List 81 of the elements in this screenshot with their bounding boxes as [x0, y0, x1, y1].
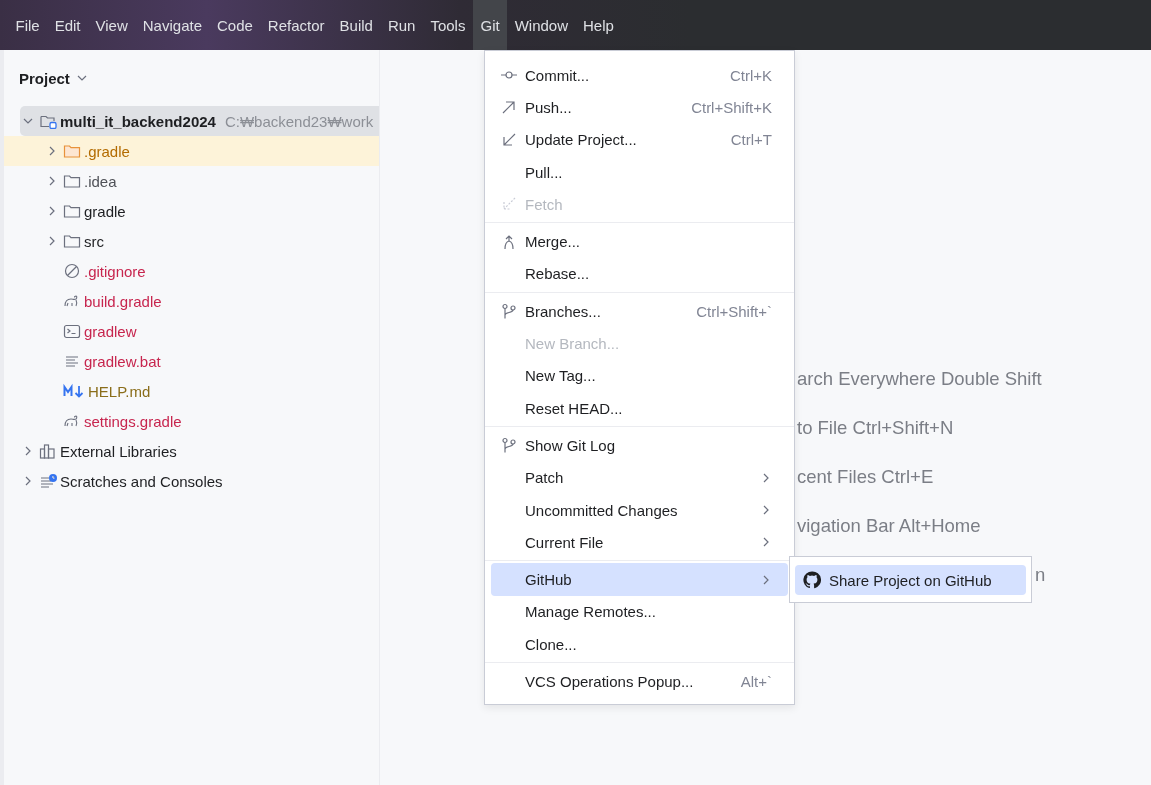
tree-row[interactable]: settings.gradle — [4, 406, 379, 436]
hint-text: n — [1035, 564, 1047, 586]
tree-row[interactable]: HELP.md — [4, 376, 379, 406]
menu-item[interactable]: New Tag... — [491, 359, 788, 392]
menu-item[interactable]: Current File — [491, 526, 788, 559]
file-name: .gitignore — [84, 262, 146, 280]
file-name: build.gradle — [84, 292, 162, 310]
folder-icon — [63, 143, 81, 159]
tree-row[interactable]: build.gradle — [4, 286, 379, 316]
file-name: External Libraries — [60, 442, 177, 460]
tree-row[interactable]: gradle — [4, 196, 379, 226]
menu-bar-item[interactable]: Edit — [47, 0, 89, 50]
text-lines-icon — [63, 353, 81, 369]
markdown-icon — [63, 383, 85, 399]
menu-item[interactable]: Show Git Log — [491, 429, 788, 462]
file-name: gradlew.bat — [84, 352, 161, 370]
menu-bar-item[interactable]: View — [88, 0, 136, 50]
menu-item[interactable]: Commit... Ctrl+K — [491, 59, 788, 92]
menu-bar-item[interactable]: Refactor — [260, 0, 333, 50]
prohibited-icon — [63, 263, 81, 279]
file-name: HELP.md — [88, 382, 151, 400]
branch-icon — [501, 303, 517, 320]
arrow-down-left-icon — [501, 196, 517, 213]
hint-text: cent Files Ctrl+E — [797, 466, 935, 488]
file-name: gradle — [84, 202, 126, 220]
terminal-icon — [63, 323, 81, 339]
github-cat-icon — [803, 571, 821, 589]
arrow-up-right-icon — [501, 99, 517, 116]
menu-item[interactable]: Update Project... Ctrl+T — [491, 123, 788, 156]
menu-item[interactable]: Push... Ctrl+Shift+K — [491, 91, 788, 124]
file-name: multi_it_backend2024 — [60, 112, 216, 130]
tree-row[interactable]: gradlew — [4, 316, 379, 346]
arrow-down-left-icon — [501, 131, 517, 148]
tree-row[interactable]: External Libraries — [4, 436, 379, 466]
tree-row[interactable]: Scratches and Consoles — [4, 466, 379, 496]
tree-row[interactable]: gradlew.bat — [4, 346, 379, 376]
library-icon — [39, 443, 57, 459]
scratch-list-icon — [39, 473, 57, 489]
menu-item[interactable]: Rebase... — [491, 257, 788, 291]
menu-item[interactable]: VCS Operations Popup... Alt+` — [491, 665, 788, 698]
menu-item[interactable]: Merge... — [491, 225, 788, 258]
menu-bar-item[interactable]: Run — [380, 0, 423, 50]
tree-row[interactable]: .idea — [4, 166, 379, 196]
menu-item[interactable]: Branches... Ctrl+Shift+` — [491, 295, 788, 328]
menu-bar-item[interactable]: Tools — [422, 0, 473, 50]
file-name: settings.gradle — [84, 412, 182, 430]
menu-item[interactable]: GitHub — [491, 563, 788, 596]
file-name: src — [84, 232, 104, 250]
branch-icon — [501, 437, 517, 454]
menu-item[interactable]: Reset HEAD... — [491, 391, 788, 425]
merge-icon — [501, 233, 517, 250]
menu-bar-item[interactable]: Navigate — [135, 0, 210, 50]
file-name: Scratches and Consoles — [60, 472, 223, 490]
menu-bar-item[interactable]: Build — [332, 0, 381, 50]
tree-row[interactable]: src — [4, 226, 379, 256]
menu-bar-item[interactable]: Code — [209, 0, 261, 50]
tree-row-selected[interactable]: multi_it_backend2024 C:₩backend23₩work — [20, 106, 379, 136]
tree-row[interactable]: .gitignore — [4, 256, 379, 286]
folder-icon — [63, 173, 81, 189]
menu-item[interactable]: Share Project on GitHub — [795, 565, 1026, 595]
hint-text: to File Ctrl+Shift+N — [797, 417, 955, 439]
panel-title[interactable]: Project — [19, 69, 70, 87]
menu-bar-item[interactable]: Window — [507, 0, 576, 50]
menu-item[interactable]: Clone... — [491, 628, 788, 661]
menu-bar-item[interactable]: Help — [575, 0, 622, 50]
file-name: .gradle — [84, 142, 130, 160]
tree-row-highlighted[interactable]: .gradle — [4, 136, 379, 166]
hint-text: arch Everywhere Double Shift — [797, 368, 1043, 390]
menu-bar-item[interactable]: Git — [472, 0, 508, 50]
folder-icon — [63, 203, 81, 219]
hint-text: vigation Bar Alt+Home — [797, 515, 982, 537]
module-folder-icon — [39, 113, 57, 129]
file-path: C:₩backend23₩work — [224, 112, 374, 130]
menu-item[interactable]: Pull... — [491, 155, 788, 189]
file-name: gradlew — [84, 322, 137, 340]
menu-bar-item[interactable]: File — [8, 0, 48, 50]
file-name: .idea — [84, 172, 117, 190]
menu-item[interactable]: Patch — [491, 461, 788, 494]
folder-icon — [63, 233, 81, 249]
menu-item[interactable]: Manage Remotes... — [491, 595, 788, 629]
menu-item[interactable]: Uncommitted Changes — [491, 493, 788, 527]
